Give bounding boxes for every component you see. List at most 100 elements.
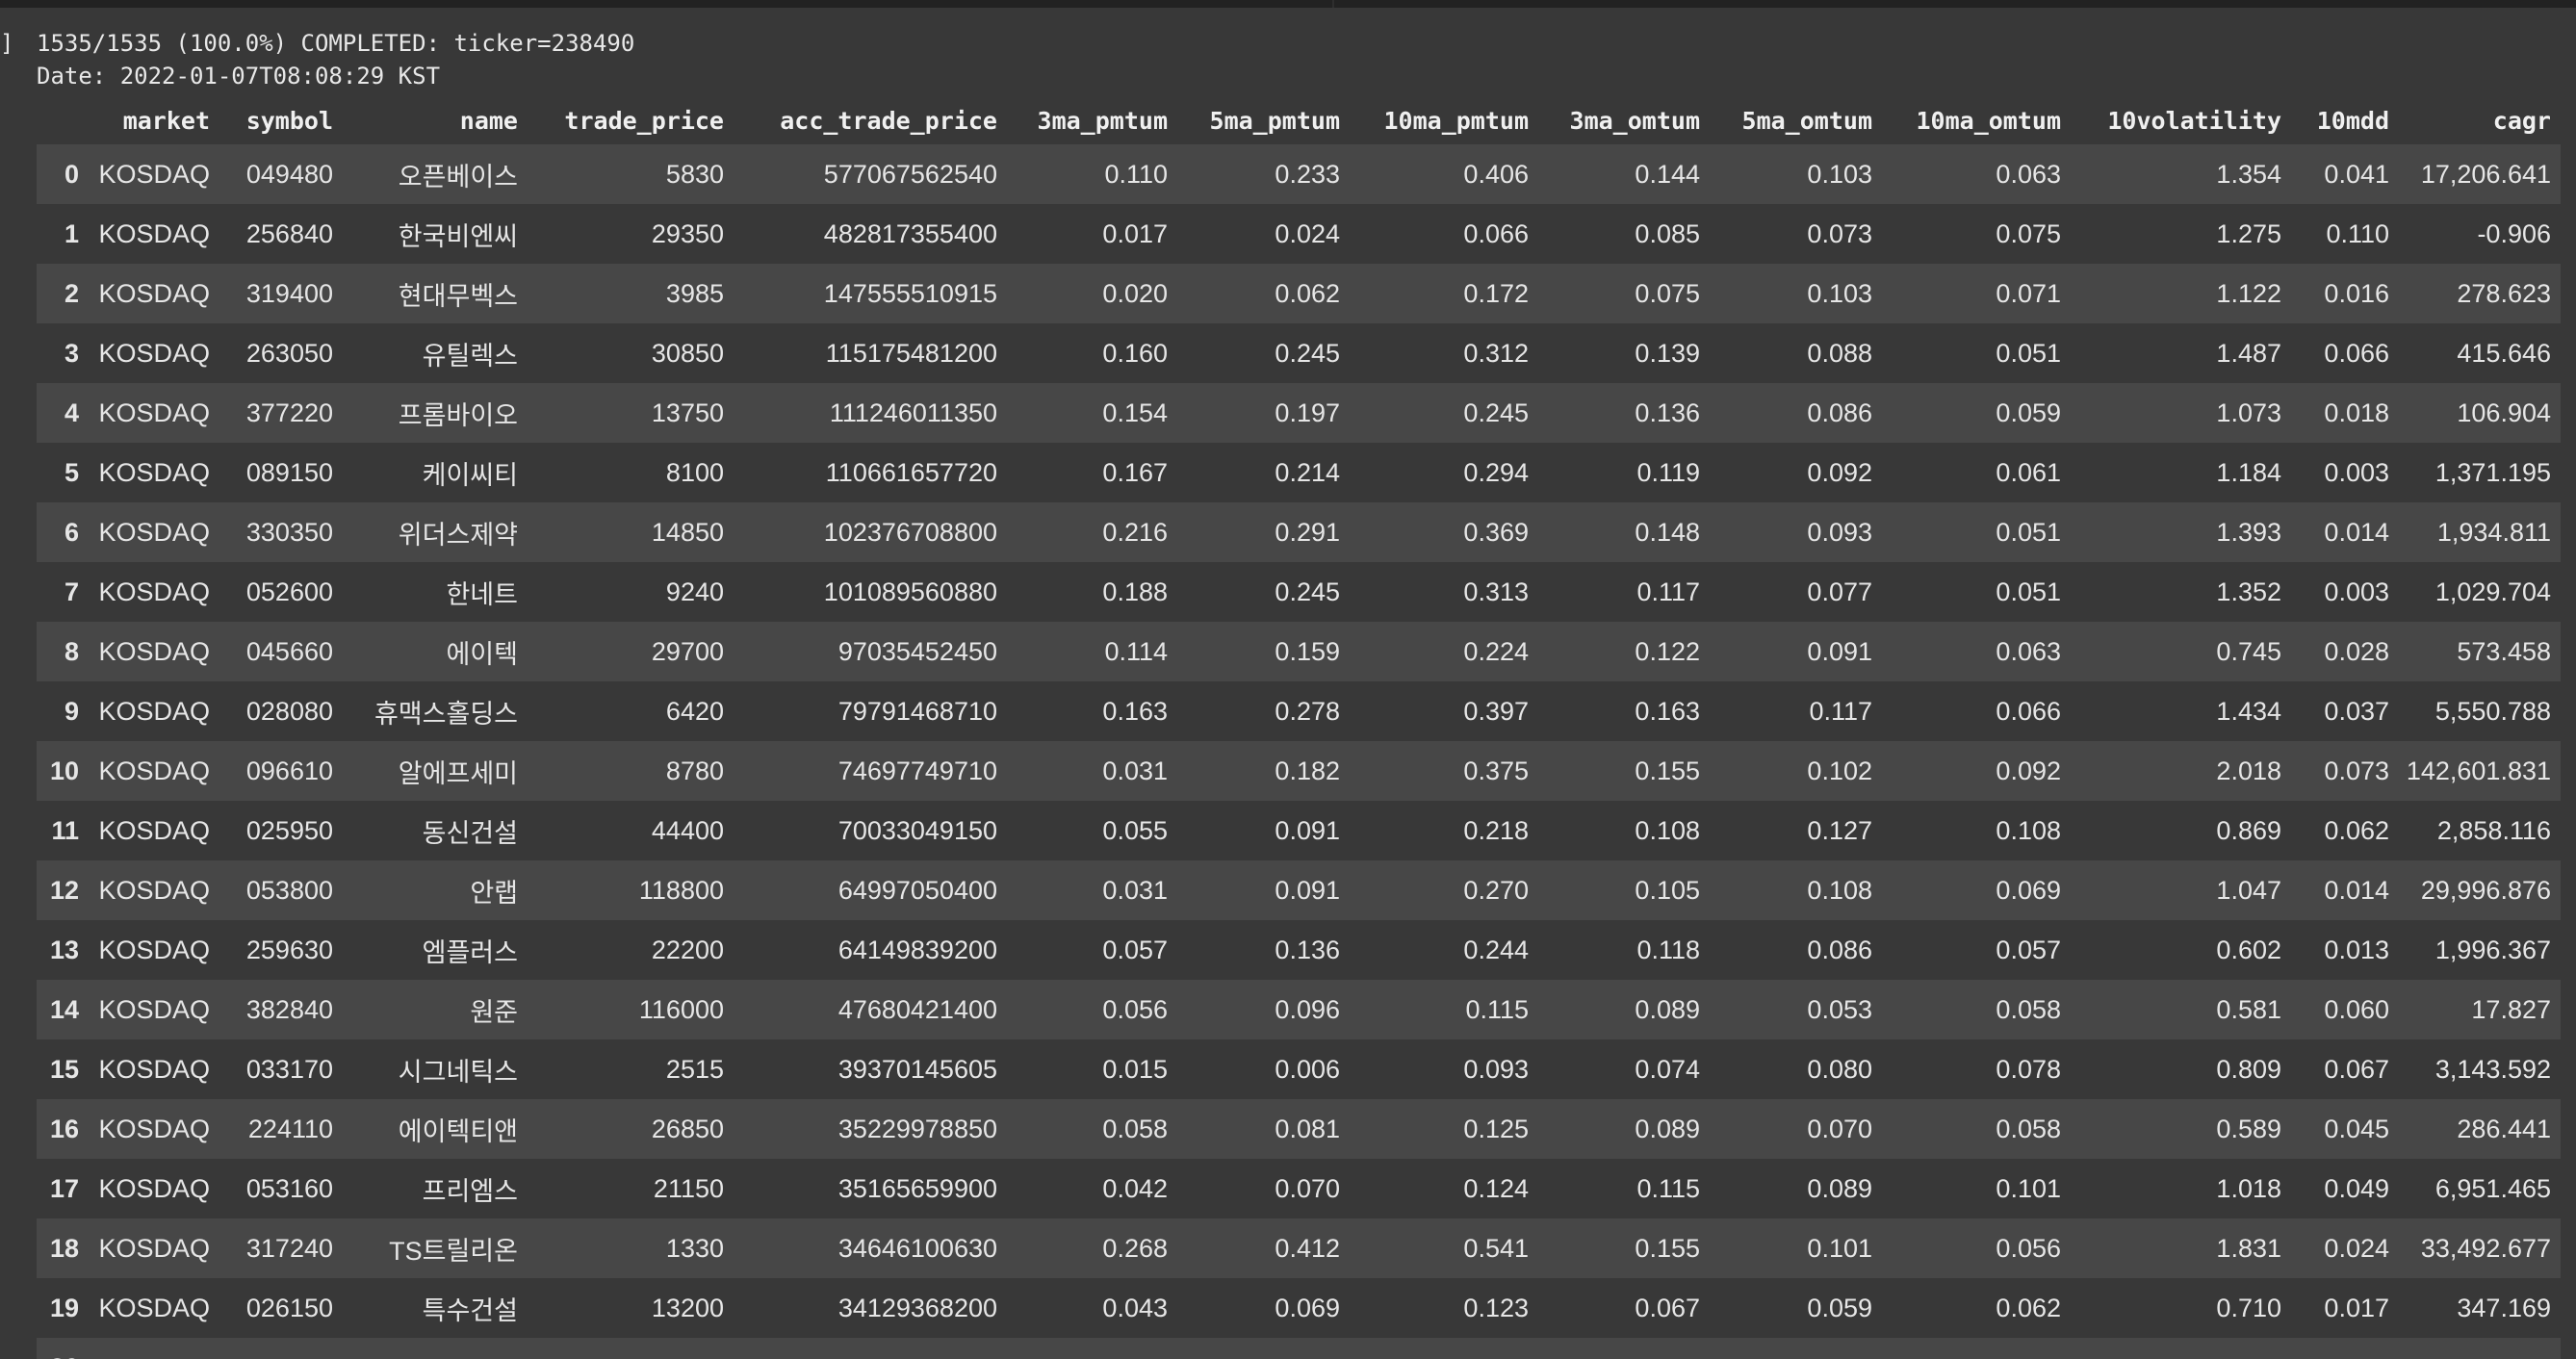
row-index-cell: 6 <box>64 517 79 547</box>
table-cell: 0.043 <box>1102 1293 1168 1322</box>
table-cell: 286.441 <box>2457 1114 2551 1143</box>
table-cell: 0.105 <box>1635 875 1700 905</box>
table-cell: 34646100630 <box>837 1233 997 1263</box>
table-cell: 0.218 <box>1463 815 1529 845</box>
table-cell: 118800 <box>638 875 724 905</box>
table-cell: 415.646 <box>2457 338 2551 368</box>
table-cell: 26850 <box>651 1114 724 1143</box>
table-cell: 29,996.876 <box>2420 875 2551 905</box>
table-cell: 0.245 <box>1463 397 1529 427</box>
table-cell: 053160 <box>245 1173 333 1203</box>
table-cell: KOSDAQ <box>98 636 210 666</box>
table-cell: 0.049 <box>2324 1173 2389 1203</box>
table-cell: 0.017 <box>2324 1293 2389 1322</box>
table-cell: 0.188 <box>1102 577 1168 606</box>
table-cell: 39370145605 <box>837 1054 997 1084</box>
table-row: 16 KOSDAQ 224110 에이텍티앤 26850 35229978850 0.058… <box>37 1099 2561 1159</box>
row-index-cell: 11 <box>51 815 79 845</box>
table-cell: 0.071 <box>1996 278 2061 308</box>
table-cell: 0.214 <box>1275 457 1340 487</box>
table-cell: 0.018 <box>2324 397 2389 427</box>
table-cell: 0.093 <box>1463 1054 1529 1084</box>
table-cell: 0.003 <box>2324 457 2389 487</box>
table-cell: 0.061 <box>1996 457 2061 487</box>
table-cell: 106.904 <box>2457 397 2551 427</box>
table-cell: 0.062 <box>1996 1293 2061 1322</box>
table-cell <box>83 1338 219 1359</box>
table-cell: 0.809 <box>2216 1054 2281 1084</box>
table-cell: 577067562540 <box>823 159 997 189</box>
table-cell: 115175481200 <box>825 338 997 368</box>
column-header-name: name <box>459 106 518 135</box>
table-cell: 096610 <box>245 756 333 785</box>
table-cell: 33,492.677 <box>2420 1233 2551 1263</box>
table-cell: 0.101 <box>1807 1233 1872 1263</box>
table-cell: 0.312 <box>1463 338 1529 368</box>
table-cell: 111246011350 <box>829 397 997 427</box>
table-cell: 6420 <box>665 696 724 726</box>
table-cell: 0.073 <box>1807 218 1872 248</box>
table-cell: 0.103 <box>1807 159 1872 189</box>
table-cell: 0.294 <box>1463 457 1529 487</box>
table-cell: 97035452450 <box>837 636 997 666</box>
table-cell: 위더스제약 <box>398 520 518 550</box>
table-cell: 8780 <box>665 756 724 785</box>
table-row: 10 KOSDAQ 096610 알에프세미 8780 74697749710 0.031 0… <box>37 741 2561 801</box>
table-cell: 0.127 <box>1807 815 1872 845</box>
table-header: market symbol name trade_price acc_trade_pri… <box>37 96 2561 144</box>
table-cell: 0.006 <box>1275 1054 1340 1084</box>
table-cell: 0.067 <box>1635 1293 1700 1322</box>
table-cell: 045660 <box>245 636 333 666</box>
table-cell: 0.028 <box>2324 636 2389 666</box>
table-cell: 0.042 <box>1102 1173 1168 1203</box>
column-header-5ma-omtum: 5ma_omtum <box>1741 106 1872 135</box>
table-cell: 1.184 <box>2216 457 2281 487</box>
progress-line: 1535/1535 (100.0%) COMPLETED: ticker=238… <box>37 30 635 57</box>
table-cell: 0.869 <box>2216 815 2281 845</box>
table-cell: 377220 <box>245 397 333 427</box>
table-cell: 64149839200 <box>837 935 997 964</box>
table-cell: 0.115 <box>1465 994 1529 1024</box>
column-header-10volatility: 10volatility <box>2107 106 2281 135</box>
table-cell: 0.024 <box>1275 218 1340 248</box>
table-cell: 0.369 <box>1463 517 1529 547</box>
table-cell: 케이씨티 <box>422 460 518 490</box>
table-cell <box>734 1338 1007 1359</box>
column-header-trade-price: trade_price <box>564 106 724 135</box>
table-cell: 053800 <box>245 875 333 905</box>
table-cell: 0.067 <box>2324 1054 2389 1084</box>
table-cell: 0.159 <box>1275 636 1340 666</box>
table-cell: 256840 <box>245 218 333 248</box>
table-cell: 049480 <box>245 159 333 189</box>
table-cell: 엠플러스 <box>422 937 518 967</box>
table-cell: 1,934.811 <box>2436 517 2551 547</box>
table-cell: KOSDAQ <box>98 517 210 547</box>
table-cell: 0.063 <box>1996 636 2061 666</box>
table-row: 12 KOSDAQ 053800 안랩 118800 64997050400 0.031 0.… <box>37 860 2561 920</box>
row-index-cell: 5 <box>64 457 79 487</box>
table-cell: 278.623 <box>2457 278 2551 308</box>
table-cell: 0.313 <box>1463 577 1529 606</box>
table-cell: 0.091 <box>1807 636 1872 666</box>
table-cell: 6,951.465 <box>2434 1173 2551 1203</box>
table-cell: 0.233 <box>1275 159 1340 189</box>
table-cell: 224110 <box>247 1114 333 1143</box>
date-line: Date: 2022-01-07T08:08:29 KST <box>37 63 441 90</box>
table-cell: 0.154 <box>1102 397 1168 427</box>
table-cell: 0.124 <box>1463 1173 1529 1203</box>
row-index-cell: 1 <box>64 218 79 248</box>
table-cell: 482817355400 <box>823 218 997 248</box>
table-cell: 0.093 <box>1807 517 1872 547</box>
table-cell: KOSDAQ <box>98 159 210 189</box>
table-cell: 5,550.788 <box>2434 696 2551 726</box>
table-cell: 0.092 <box>1807 457 1872 487</box>
table-cell: 0.589 <box>2216 1114 2281 1143</box>
table-cell: 0.114 <box>1104 636 1168 666</box>
table-cell: 0.086 <box>1807 935 1872 964</box>
table-cell: 29700 <box>651 636 724 666</box>
table-cell: 0.412 <box>1275 1233 1340 1263</box>
table-cell: 0.075 <box>1996 218 2061 248</box>
table-cell: 29350 <box>651 218 724 248</box>
table-cell: 0.058 <box>1996 1114 2061 1143</box>
table-cell: 1.487 <box>2216 338 2281 368</box>
